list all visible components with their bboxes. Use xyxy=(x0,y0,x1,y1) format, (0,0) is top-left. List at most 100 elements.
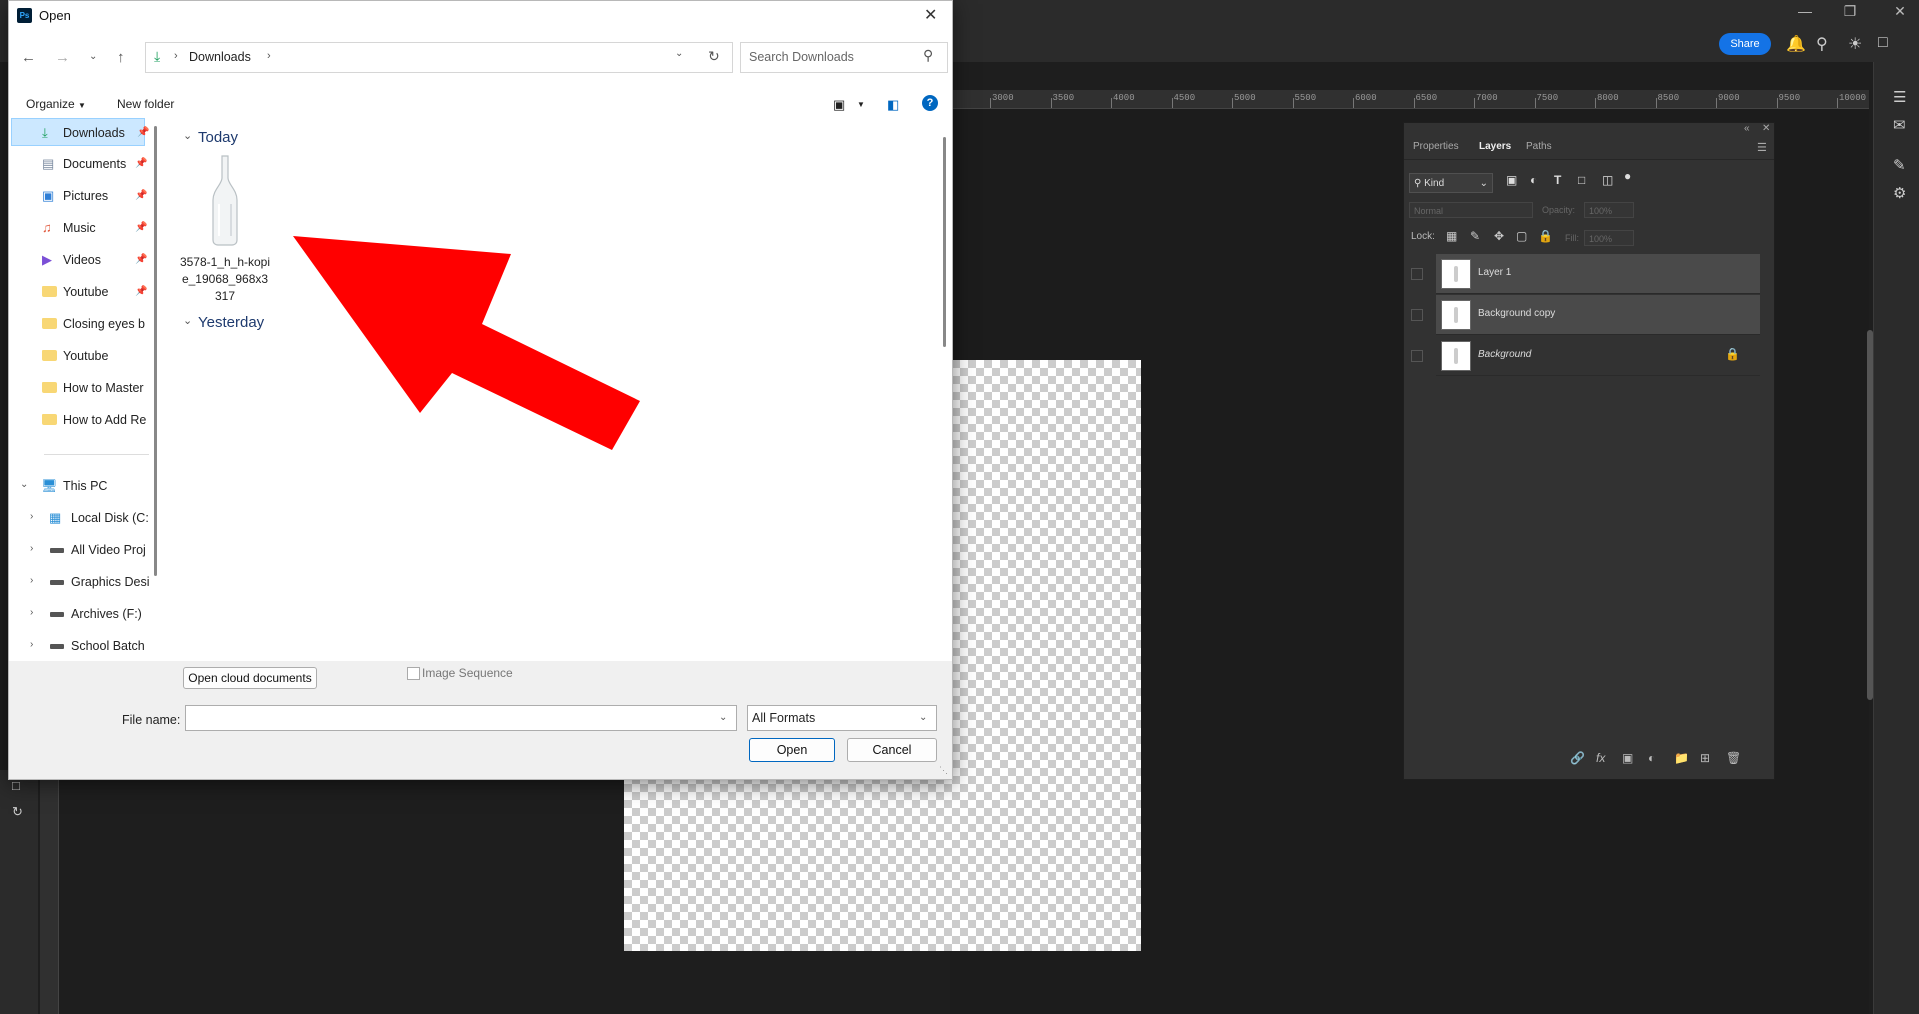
chevron-down-icon[interactable]: ⌄ xyxy=(183,314,192,327)
ps-close-icon[interactable]: ✕ xyxy=(1880,3,1919,20)
image-sequence-checkbox[interactable] xyxy=(407,667,420,680)
panel-menu-icon[interactable]: ☰ xyxy=(1757,141,1767,154)
recent-locations-icon[interactable]: ⌄ xyxy=(89,51,97,62)
adjustment-layer-icon[interactable]: ◐ xyxy=(1648,751,1655,765)
resize-grip-icon[interactable]: ⋱ xyxy=(939,765,948,776)
sidebar-item-drive[interactable]: › School Batch xyxy=(9,632,149,660)
sidebar-item-music[interactable]: ♫ Music 📌 xyxy=(9,214,149,242)
sidebar-item-closing-eyes[interactable]: Closing eyes b xyxy=(9,310,149,338)
sidebar-item-documents[interactable]: ▤ Documents 📌 xyxy=(9,150,149,178)
brush-icon[interactable]: ✎ xyxy=(1893,156,1906,174)
tab-layers[interactable]: Layers xyxy=(1479,141,1511,152)
open-cloud-documents-button[interactable]: Open cloud documents xyxy=(183,667,317,689)
address-bar[interactable]: ⤓ › Downloads › ⌄ ↻ xyxy=(145,42,733,73)
collapse-panel-icon[interactable]: « xyxy=(1744,123,1750,134)
lock-pixels-icon[interactable]: ✎ xyxy=(1470,229,1480,243)
lightbulb-icon[interactable]: ☀ xyxy=(1848,34,1862,54)
link-layers-icon[interactable]: 🔗 xyxy=(1570,751,1585,765)
sidebar-item-youtube[interactable]: Youtube 📌 xyxy=(9,278,149,306)
kind-filter-select[interactable]: ⚲ Kind ⌄ xyxy=(1409,173,1493,193)
workspace-icon[interactable]: □ xyxy=(1878,34,1888,52)
breadcrumb-chevron-icon[interactable]: › xyxy=(267,50,271,62)
chevron-down-icon[interactable]: ⌄ xyxy=(183,129,192,142)
chevron-down-icon[interactable]: ⌄ xyxy=(20,479,28,490)
close-icon[interactable]: ✕ xyxy=(924,5,937,25)
smart-object-filter-icon[interactable]: ◫ xyxy=(1602,173,1613,187)
sidebar-item-drive[interactable]: › Graphics Desi xyxy=(9,568,150,596)
open-button[interactable]: Open xyxy=(749,738,835,762)
help-icon[interactable]: ? xyxy=(922,95,938,111)
breadcrumb-downloads[interactable]: Downloads xyxy=(189,50,251,64)
sidebar-item-downloads[interactable]: ⤓ Downloads 📌 xyxy=(11,118,149,146)
minimize-icon[interactable]: — xyxy=(1785,3,1825,19)
adjustment-filter-icon[interactable]: ◐ xyxy=(1530,173,1537,187)
lock-artboard-icon[interactable]: ▢ xyxy=(1516,229,1527,243)
layer-row[interactable]: Background 🔒 xyxy=(1411,336,1760,376)
back-icon[interactable]: ← xyxy=(21,49,36,66)
close-panel-icon[interactable]: ✕ xyxy=(1762,123,1770,134)
sidebar-item-pictures[interactable]: ▣ Pictures 📌 xyxy=(9,182,149,210)
cancel-button[interactable]: Cancel xyxy=(847,738,937,762)
view-options-icon[interactable]: ▣ xyxy=(833,97,845,113)
refresh-icon[interactable]: ↻ xyxy=(708,48,720,65)
up-icon[interactable]: ↑ xyxy=(117,49,125,66)
group-header-today[interactable]: Today xyxy=(198,129,238,146)
preview-pane-icon[interactable]: ◧ xyxy=(887,97,899,113)
chevron-right-icon[interactable]: › xyxy=(30,575,33,586)
sidebar-item-videos[interactable]: ▶ Videos 📌 xyxy=(9,246,149,274)
sidebar-item-drive[interactable]: › ▦ Local Disk (C: xyxy=(9,504,149,532)
address-dropdown-icon[interactable]: ⌄ xyxy=(675,48,683,59)
visibility-toggle[interactable] xyxy=(1411,350,1423,362)
sidebar-item-drive[interactable]: › Archives (F:) xyxy=(9,600,149,628)
fx-icon[interactable]: fx xyxy=(1596,751,1605,765)
new-group-icon[interactable]: 📁 xyxy=(1674,751,1689,765)
visibility-toggle[interactable] xyxy=(1411,309,1423,321)
filter-toggle-icon[interactable]: ● xyxy=(1624,169,1631,183)
comments-icon[interactable]: ✉ xyxy=(1893,116,1906,134)
canvas-scrollbar[interactable] xyxy=(1867,330,1873,700)
file-format-select[interactable]: All Formats ⌄ xyxy=(747,705,937,731)
forward-icon[interactable]: → xyxy=(55,49,70,66)
layer-row[interactable]: Layer 1 xyxy=(1411,254,1760,294)
new-folder-button[interactable]: New folder xyxy=(117,97,174,111)
blend-mode-select[interactable]: Normal xyxy=(1409,202,1533,218)
type-filter-icon[interactable]: T xyxy=(1554,173,1561,187)
adjustments-icon[interactable]: ⚙ xyxy=(1893,184,1906,202)
delete-layer-icon[interactable]: 🗑 xyxy=(1726,751,1741,765)
sidebar-item-youtube-2[interactable]: Youtube xyxy=(9,342,149,370)
files-scrollbar[interactable] xyxy=(943,137,946,347)
nav-scrollbar[interactable] xyxy=(154,126,157,576)
organize-button[interactable]: Organize ▼ xyxy=(26,97,86,111)
lock-all-icon[interactable]: 🔒 xyxy=(1538,229,1553,243)
layer-row[interactable]: Background copy xyxy=(1411,295,1760,335)
image-filter-icon[interactable]: ▣ xyxy=(1506,173,1517,187)
fill-input[interactable]: 100% xyxy=(1584,230,1634,246)
history-icon[interactable]: ☰ xyxy=(1893,88,1906,106)
chevron-right-icon[interactable]: › xyxy=(30,639,33,650)
group-header-yesterday[interactable]: Yesterday xyxy=(198,314,264,331)
sidebar-item-how-to-master[interactable]: How to Master xyxy=(9,374,149,402)
sidebar-item-how-to-add[interactable]: How to Add Re xyxy=(9,406,149,434)
tab-properties[interactable]: Properties xyxy=(1413,141,1459,152)
sidebar-item-this-pc[interactable]: ⌄ 🖥 This PC xyxy=(9,472,149,500)
restore-icon[interactable]: ❐ xyxy=(1830,3,1870,20)
search-icon[interactable]: ⚲ xyxy=(1816,34,1828,54)
chevron-right-icon[interactable]: › xyxy=(30,543,33,554)
view-dropdown-icon[interactable]: ▼ xyxy=(857,100,865,109)
swap-colors-icon[interactable]: ↻ xyxy=(12,804,23,820)
opacity-input[interactable]: 100% xyxy=(1584,202,1634,218)
chevron-down-icon[interactable]: ⌄ xyxy=(919,706,927,730)
sidebar-item-drive[interactable]: › All Video Proj xyxy=(9,536,149,564)
share-button[interactable]: Share xyxy=(1719,33,1771,55)
add-mask-icon[interactable]: ▣ xyxy=(1622,751,1633,765)
lock-position-icon[interactable]: ✥ xyxy=(1494,229,1504,243)
frame-tool-icon[interactable]: □ xyxy=(12,778,20,793)
shape-filter-icon[interactable]: □ xyxy=(1578,173,1585,187)
chevron-right-icon[interactable]: › xyxy=(30,607,33,618)
chevron-right-icon[interactable]: › xyxy=(30,511,33,522)
search-input[interactable]: Search Downloads ⚲ xyxy=(740,42,948,73)
file-name-input[interactable]: ⌄ xyxy=(185,705,737,731)
bell-icon[interactable]: 🔔 xyxy=(1786,34,1806,54)
tab-paths[interactable]: Paths xyxy=(1526,141,1552,152)
new-layer-icon[interactable]: ⊞ xyxy=(1700,751,1710,765)
